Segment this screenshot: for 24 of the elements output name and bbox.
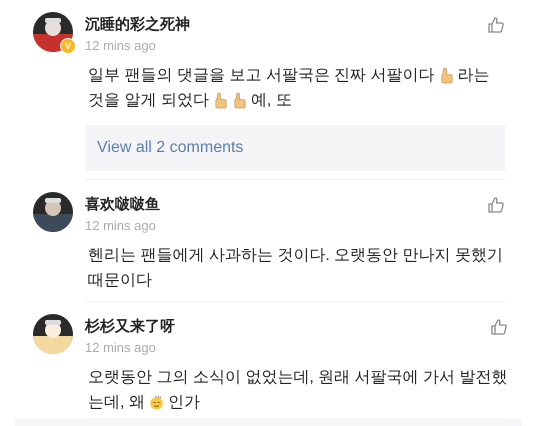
thumbs-up-icon — [232, 92, 247, 109]
verified-badge: V — [60, 38, 76, 54]
like-icon[interactable] — [490, 318, 508, 336]
sweating-face-icon — [148, 394, 164, 411]
comment-text: 헨리는 팬들에게 사과하는 것이다. 오랫동안 만나지 못했기 — [88, 246, 504, 266]
comment-text: 때문이다 — [88, 270, 152, 290]
username[interactable]: 喜欢啵啵鱼 — [85, 195, 160, 214]
comment-text: 인가 — [168, 392, 200, 412]
timestamp: 12 mins ago — [85, 38, 157, 53]
timestamp: 12 mins ago — [85, 340, 157, 355]
comment-text: 일부 팬들의 댓글을 보고 서팔국은 진짜 서팔이다 — [88, 66, 435, 86]
thumbs-up-icon — [212, 92, 228, 109]
view-replies-link[interactable]: View all 2 comments — [97, 139, 244, 157]
timestamp: 12 mins ago — [85, 218, 157, 233]
comment-text: 라는 — [458, 66, 490, 86]
comment-text: 예, 또 — [250, 90, 292, 110]
thumbs-up-icon — [438, 67, 454, 84]
like-icon[interactable] — [487, 196, 505, 214]
like-icon[interactable] — [487, 16, 505, 34]
comment-text: 오랫동안 그의 소식이 없었는데, 원래 서팔국에 가서 발전했 — [88, 368, 508, 388]
username[interactable]: 沉睡的彩之死神 — [85, 15, 190, 34]
username[interactable]: 杉杉又来了呀 — [85, 317, 175, 336]
comment-text: 것을 알게 되었다 — [88, 90, 209, 110]
comment-text: 는데, 왜 — [88, 392, 145, 412]
